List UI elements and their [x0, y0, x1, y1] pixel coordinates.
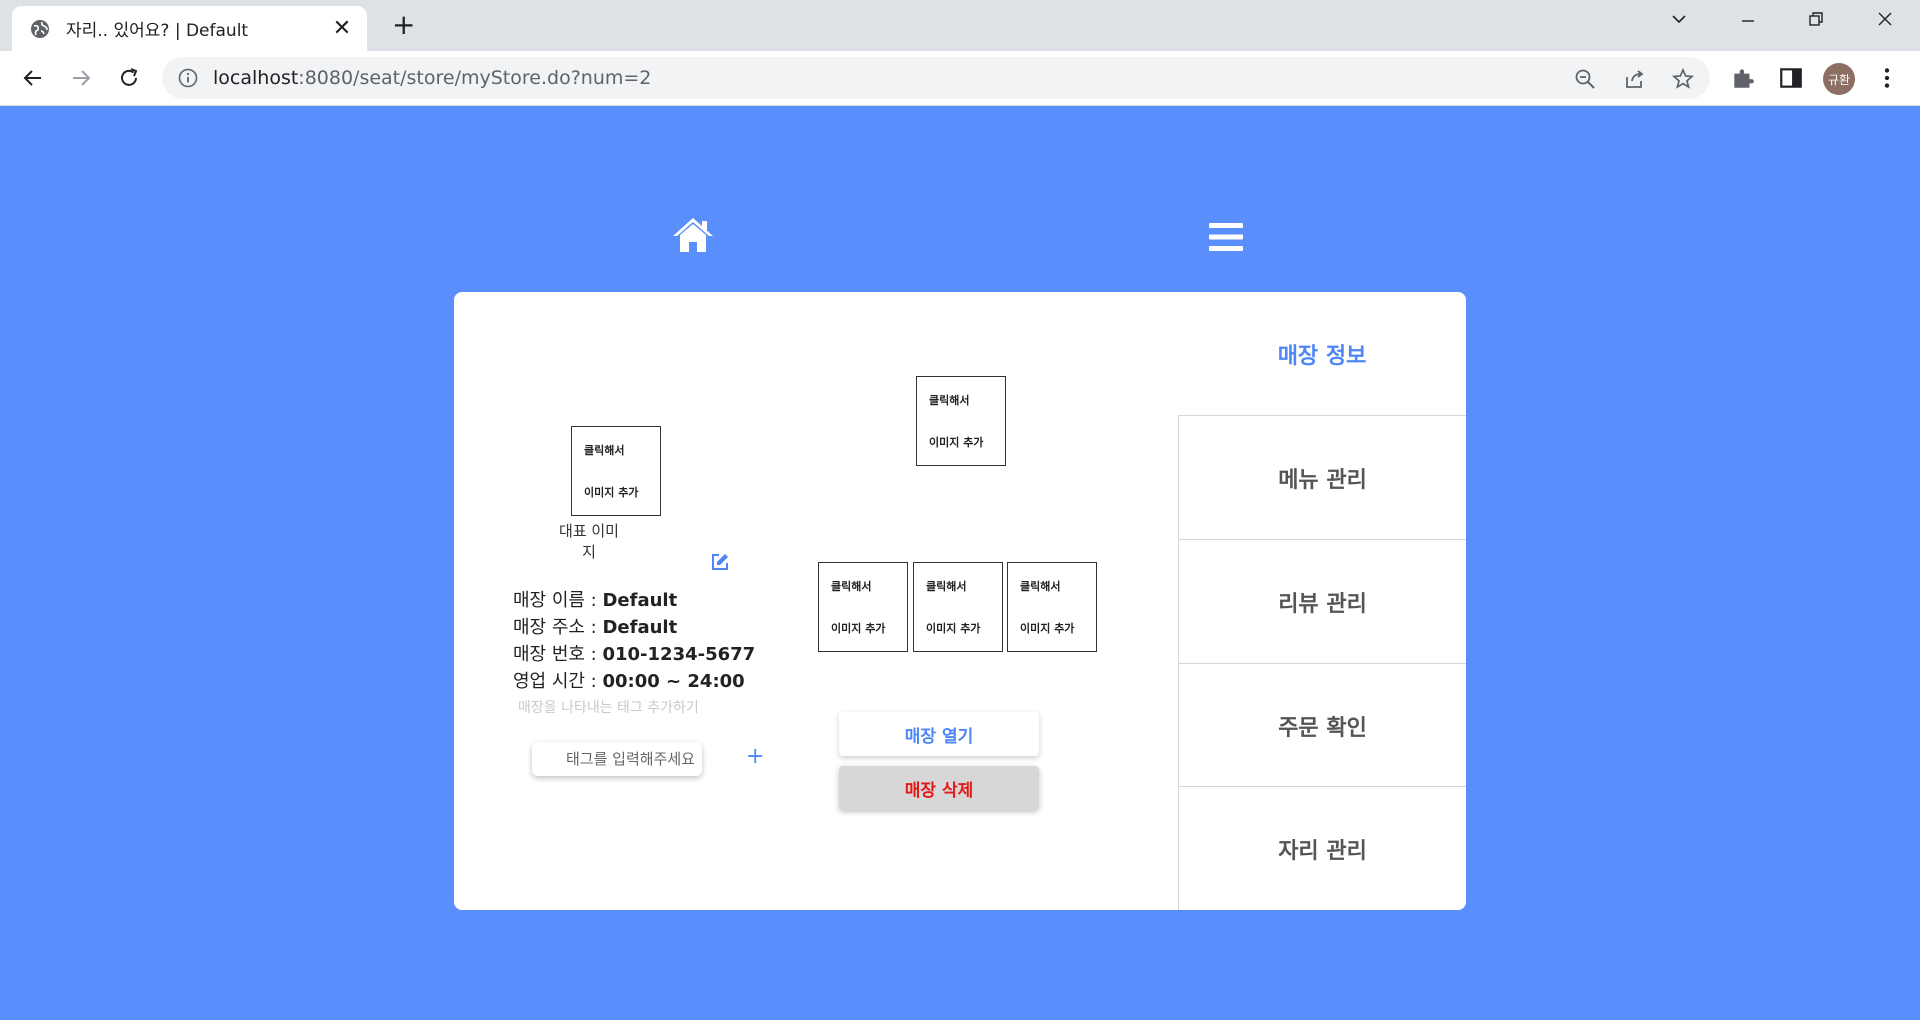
restore-icon[interactable]	[1801, 10, 1831, 33]
browser-tab[interactable]: 자리.. 있어요? | Default ✕	[12, 6, 367, 51]
upload-hint-line2: 이미지 추가	[1020, 622, 1075, 635]
tab-title: 자리.. 있어요? | Default	[66, 21, 249, 41]
extensions-puzzle-icon[interactable]	[1730, 65, 1756, 91]
home-icon[interactable]	[671, 216, 715, 254]
globe-icon	[31, 19, 49, 38]
store-phone-value: 010-1234-5677	[602, 644, 756, 665]
upload-hint-line1: 클릭해서	[831, 580, 872, 593]
side-menu-order-check[interactable]: 주문 확인	[1178, 663, 1466, 787]
tag-input[interactable]	[532, 742, 702, 776]
edit-icon[interactable]	[710, 552, 730, 572]
back-icon[interactable]	[18, 63, 48, 93]
store-image-upload-3[interactable]: 클릭해서 이미지 추가	[1007, 562, 1097, 652]
url-host: localhost	[213, 67, 299, 89]
store-image-upload-1[interactable]: 클릭해서 이미지 추가	[818, 562, 908, 652]
add-tag-button[interactable]: +	[746, 744, 764, 769]
url-text: localhost:8080/seat/store/myStore.do?num…	[213, 67, 651, 89]
profile-avatar[interactable]: 규환	[1823, 63, 1855, 95]
store-address-label: 매장 주소 :	[513, 617, 603, 638]
upload-hint-line1: 클릭해서	[926, 580, 967, 593]
open-store-button[interactable]: 매장 열기	[839, 712, 1039, 756]
upload-hint-line2: 이미지 추가	[584, 486, 639, 499]
store-hours-value: 00:00 ~ 24:00	[602, 671, 745, 692]
zoom-out-icon[interactable]	[1573, 67, 1597, 91]
minimize-icon[interactable]	[1733, 10, 1763, 33]
address-bar[interactable]: localhost:8080/seat/store/myStore.do?num…	[162, 57, 1710, 99]
site-info-icon[interactable]	[178, 68, 198, 88]
delete-store-button[interactable]: 매장 삭제	[839, 766, 1039, 810]
side-menu-menu-manage[interactable]: 메뉴 관리	[1178, 415, 1466, 539]
new-tab-icon[interactable]: +	[392, 11, 415, 39]
side-panel-icon[interactable]	[1778, 65, 1804, 91]
url-path: :8080/seat/store/myStore.do?num=2	[298, 67, 652, 89]
store-phone-label: 매장 번호 :	[513, 644, 603, 665]
side-menu: 매장 정보 메뉴 관리 리뷰 관리 주문 확인 자리 관리	[1178, 292, 1466, 910]
store-card: 클릭해서 이미지 추가 대표 이미지 클릭해서 이미지 추가 클릭해서 이미지 …	[454, 292, 1466, 910]
tab-search-chevron-icon[interactable]	[1664, 10, 1694, 33]
store-address-row: 매장 주소 : Default	[513, 613, 677, 639]
upload-hint-line1: 클릭해서	[584, 444, 625, 457]
hamburger-menu-icon[interactable]	[1209, 222, 1243, 252]
share-icon[interactable]	[1623, 67, 1647, 91]
tag-hint: 매장을 나타내는 태그 추가하기	[518, 700, 699, 716]
more-vertical-icon[interactable]	[1874, 65, 1900, 91]
side-menu-store-info[interactable]: 매장 정보	[1178, 292, 1466, 416]
window-close-icon[interactable]	[1870, 10, 1900, 33]
store-image-upload-top[interactable]: 클릭해서 이미지 추가	[916, 376, 1006, 466]
store-name-row: 매장 이름 : Default	[513, 586, 677, 612]
bookmark-star-icon[interactable]	[1671, 67, 1695, 91]
upload-hint-line2: 이미지 추가	[926, 622, 981, 635]
store-name-label: 매장 이름 :	[513, 590, 603, 611]
side-menu-seat-manage[interactable]: 자리 관리	[1178, 786, 1466, 910]
browser-toolbar: localhost:8080/seat/store/myStore.do?num…	[0, 51, 1920, 106]
side-menu-review-manage[interactable]: 리뷰 관리	[1178, 539, 1466, 663]
store-hours-row: 영업 시간 : 00:00 ~ 24:00	[513, 667, 745, 693]
representative-image-caption: 대표 이미지	[559, 522, 619, 561]
store-hours-label: 영업 시간 :	[513, 671, 603, 692]
store-address-value: Default	[602, 617, 678, 638]
store-image-upload-2[interactable]: 클릭해서 이미지 추가	[913, 562, 1003, 652]
browser-tabstrip: 자리.. 있어요? | Default ✕ +	[0, 0, 1920, 51]
store-phone-row: 매장 번호 : 010-1234-5677	[513, 640, 755, 666]
upload-hint-line1: 클릭해서	[929, 394, 970, 407]
store-name-value: Default	[602, 590, 678, 611]
forward-icon[interactable]	[66, 63, 96, 93]
tab-close-icon[interactable]: ✕	[331, 17, 353, 40]
representative-image-upload[interactable]: 클릭해서 이미지 추가	[571, 426, 661, 516]
reload-icon[interactable]	[114, 63, 144, 93]
upload-hint-line2: 이미지 추가	[929, 436, 984, 449]
upload-hint-line2: 이미지 추가	[831, 622, 886, 635]
upload-hint-line1: 클릭해서	[1020, 580, 1061, 593]
